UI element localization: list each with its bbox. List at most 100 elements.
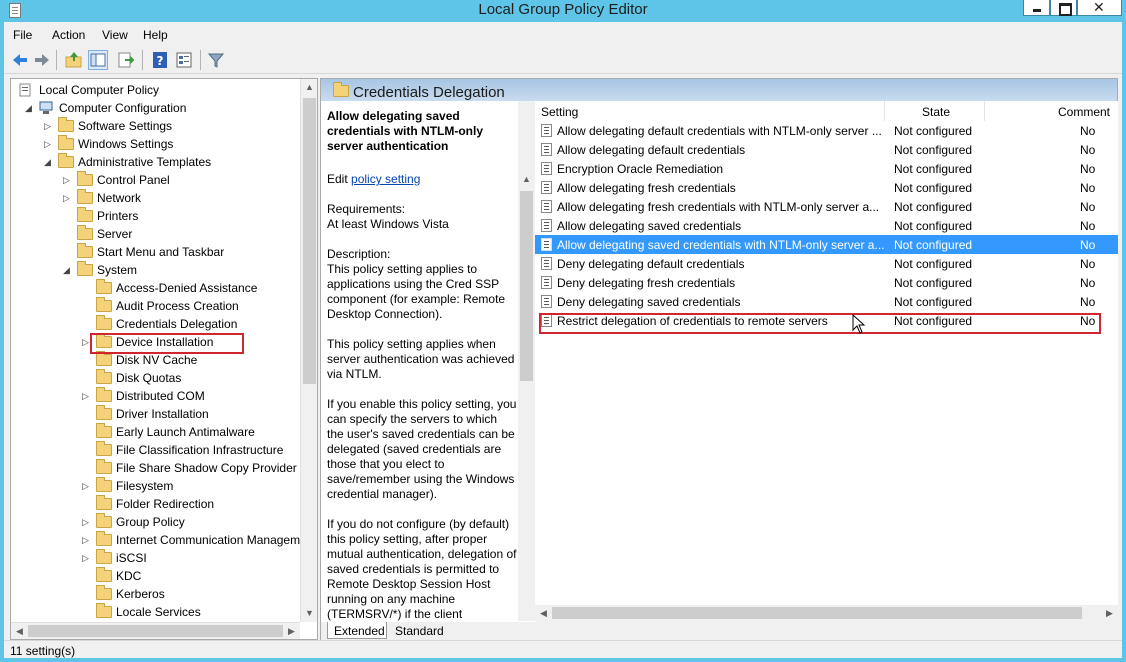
forward-arrow-icon[interactable] [32,50,52,70]
scroll-down-icon[interactable]: ▼ [301,605,318,622]
collapse-arrow-icon[interactable]: ◢ [63,265,70,276]
tree-item-label: iSCSI [116,551,147,565]
menu-help[interactable]: Help [143,28,168,42]
menu-view[interactable]: View [102,28,128,42]
minimize-button[interactable] [1023,0,1050,16]
collapse-arrow-icon[interactable]: ◢ [44,157,51,168]
policy-row[interactable]: Encryption Oracle Remediation Not configu… [535,159,1118,178]
column-setting[interactable]: Setting [535,101,885,121]
column-state[interactable]: State [885,101,985,121]
up-folder-icon[interactable] [64,50,84,70]
folder-icon [333,82,349,97]
folder-icon [96,603,112,618]
policy-comment: No [1080,200,1096,214]
properties-icon[interactable] [174,50,194,70]
policy-setting-icon [541,143,552,156]
window-title: Local Group Policy Editor [478,1,648,18]
policy-comment: No [1080,238,1096,252]
scroll-up-icon[interactable]: ▲ [518,171,535,188]
toolbar-separator [200,50,201,70]
policy-row[interactable]: Deny delegating saved credentials Not con… [535,292,1118,311]
policy-setting-name: Deny delegating saved credentials [557,295,741,309]
column-comment-label: Comment [1058,105,1111,119]
policy-row[interactable]: Allow delegating fresh credentials Not co… [535,178,1118,197]
edit-policy-link[interactable]: policy setting [351,172,420,186]
expand-arrow-icon[interactable]: ▷ [63,175,70,186]
client-area: File Action View Help ? Local Computer P… [4,22,1122,658]
maximize-button[interactable] [1050,0,1077,16]
folder-icon [96,495,112,510]
view-tabs: Extended Standard [321,622,1119,640]
scroll-thumb[interactable] [28,625,283,637]
expand-arrow-icon[interactable]: ▷ [82,517,89,528]
scroll-thumb[interactable] [520,191,533,381]
expand-arrow-icon[interactable]: ▷ [82,337,89,348]
close-button[interactable] [1077,0,1122,16]
scroll-left-icon[interactable]: ◀ [535,605,552,622]
folder-icon [96,405,112,420]
scroll-left-icon[interactable]: ◀ [11,623,28,640]
expand-arrow-icon[interactable]: ▷ [82,535,89,546]
expand-arrow-icon[interactable]: ▷ [82,481,89,492]
menu-file[interactable]: File [13,28,32,42]
toolbar-separator [142,50,143,70]
expand-arrow-icon[interactable]: ▷ [82,391,89,402]
menu-action[interactable]: Action [52,28,85,42]
expand-arrow-icon[interactable]: ▷ [44,139,51,150]
back-arrow-icon[interactable] [10,50,30,70]
description-paragraph: If you enable this policy setting, you c… [327,397,517,501]
console-tree[interactable]: Local Computer Policy ◢ Computer Configura… [10,78,318,640]
policy-row[interactable]: Deny delegating default credentials Not c… [535,254,1118,273]
help-icon[interactable]: ? [150,50,170,70]
details-header-title: Credentials Delegation [353,84,505,101]
policy-setting-name: Allow delegating saved credentials with … [557,238,885,252]
description-paragraph: This policy setting applies when server … [327,337,515,381]
policy-row[interactable]: Allow delegating default credentials Not … [535,140,1118,159]
mouse-cursor-icon [852,313,866,337]
tree-item-label: Local Computer Policy [39,83,160,97]
folder-icon [96,297,112,312]
scroll-thumb[interactable] [552,607,1082,619]
policy-state: Not configured [894,181,973,195]
filter-icon[interactable] [206,50,226,70]
show-hide-tree-icon[interactable] [88,50,108,70]
policy-state: Not configured [894,257,973,271]
policy-row[interactable]: Allow delegating saved credentials Not co… [535,216,1118,235]
tree-vertical-scrollbar[interactable]: ▲ ▼ [300,79,317,622]
policy-setting-name: Allow delegating default credentials [557,143,746,157]
column-comment[interactable]: Comment [985,101,1118,121]
tree-item-label: Access-Denied Assistance [116,281,258,295]
folder-icon [77,261,93,276]
scroll-right-icon[interactable]: ▶ [283,623,300,640]
folder-icon [77,207,93,222]
tree-item-label: Kerberos [116,587,165,601]
policy-comment: No [1080,276,1096,290]
tree-item-label: Server [97,227,133,241]
policy-row[interactable]: Deny delegating fresh credentials Not con… [535,273,1118,292]
export-list-icon[interactable] [116,50,136,70]
scroll-thumb[interactable] [303,98,316,384]
column-state-label: State [922,105,951,119]
folder-icon [96,585,112,600]
tree-item-label: Locale Services [116,605,201,619]
policy-row[interactable]: Allow delegating fresh credentials with … [535,197,1118,216]
scroll-right-icon[interactable]: ▶ [1101,605,1118,622]
tree-horizontal-scrollbar[interactable]: ◀ ▶ [11,622,300,639]
collapse-arrow-icon[interactable]: ◢ [25,103,32,114]
folder-icon [77,243,93,258]
policy-row[interactable]: Allow delegating default credentials wit… [535,121,1118,140]
policy-comment: No [1080,124,1096,138]
tree-item-label: File Share Shadow Copy Provider [116,461,297,475]
expand-arrow-icon[interactable]: ▷ [63,193,70,204]
tab-extended[interactable]: Extended [327,622,387,639]
policy-row[interactable]: Allow delegating saved credentials with … [535,235,1118,254]
list-horizontal-scrollbar[interactable]: ◀ ▶ [535,605,1118,622]
edit-line: Edit policy setting [327,172,517,187]
description-scrollbar[interactable]: ▲ [518,101,535,621]
policy-comment: No [1080,219,1096,233]
expand-arrow-icon[interactable]: ▷ [82,553,89,564]
tree-item-label: Control Panel [97,173,170,187]
scroll-up-icon[interactable]: ▲ [301,79,318,96]
tab-standard[interactable]: Standard [389,622,449,639]
expand-arrow-icon[interactable]: ▷ [44,121,51,132]
